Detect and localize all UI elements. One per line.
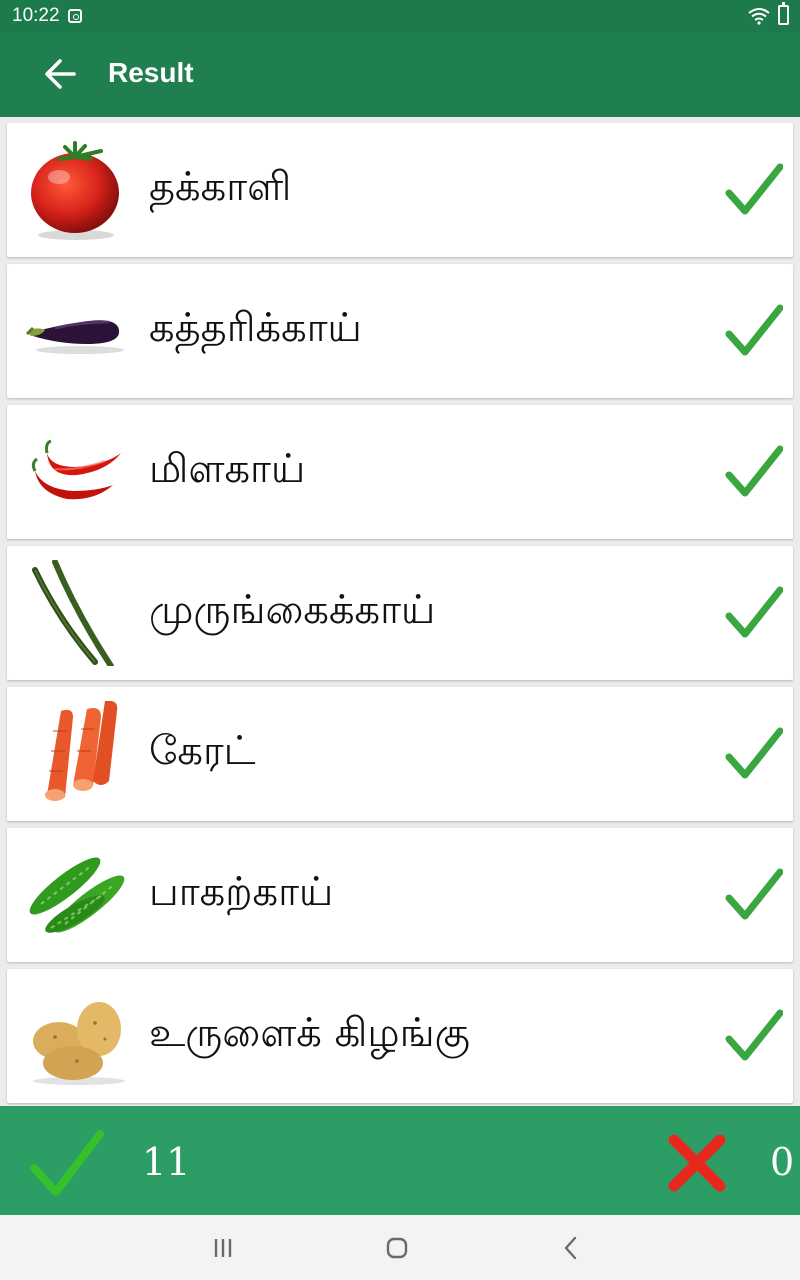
result-item-tomato[interactable]: தக்காளி: [7, 123, 793, 257]
check-icon: [725, 304, 783, 356]
vegetable-name: தக்காளி: [149, 164, 292, 210]
recent-apps-icon[interactable]: [208, 1233, 238, 1263]
arrow-left-icon[interactable]: [40, 54, 80, 94]
check-icon: [725, 445, 783, 497]
notification-icon: [68, 9, 82, 23]
wifi-icon: [748, 8, 770, 25]
wrong-count: 0: [770, 1140, 795, 1184]
check-icon: [725, 163, 783, 215]
result-item-eggplant[interactable]: கத்தரிக்காய்: [7, 264, 793, 398]
page-title: Result: [108, 57, 194, 88]
check-icon: [725, 727, 783, 779]
correct-count: 11: [142, 1140, 191, 1184]
carrot-icon: [45, 701, 118, 801]
check-icon: [725, 1009, 783, 1061]
vegetable-name: பாகற்காய்: [149, 869, 334, 915]
check-icon: [30, 1130, 104, 1196]
result-list[interactable]: தக்காளி கத்தரிக்காய் மிளகாய் முருங்கைக்க…: [0, 117, 800, 1105]
eggplant-icon: [25, 320, 124, 354]
cross-icon: [668, 1134, 726, 1192]
potato-icon: [33, 1002, 125, 1085]
bitter-gourd-icon: [29, 857, 125, 933]
battery-charging-icon: [778, 2, 789, 25]
drumstick-icon: [32, 560, 114, 666]
vegetable-name: மிளகாய்: [149, 446, 306, 492]
result-item-bitter-gourd[interactable]: பாகற்காய்: [7, 828, 793, 962]
back-icon[interactable]: [556, 1233, 586, 1263]
vegetable-name: கேரட்: [149, 728, 256, 774]
vegetable-name: கத்தரிக்காய்: [149, 305, 362, 351]
result-item-drumstick[interactable]: முருங்கைக்காய்: [7, 546, 793, 680]
result-item-carrot[interactable]: கேரட்: [7, 687, 793, 821]
check-icon: [725, 868, 783, 920]
check-icon: [725, 586, 783, 638]
vegetable-name: முருங்கைக்காய்: [149, 587, 436, 633]
system-nav-bar: [0, 1215, 800, 1280]
app-bar: Result: [0, 32, 800, 117]
tomato-icon: [31, 141, 119, 240]
status-time: 10:22: [12, 5, 60, 26]
result-item-chili[interactable]: மிளகாய்: [7, 405, 793, 539]
vegetable-name: உருளைக் கிழங்கு: [149, 1010, 470, 1056]
result-item-potato[interactable]: உருளைக் கிழங்கு: [7, 969, 793, 1103]
home-icon[interactable]: [382, 1233, 412, 1263]
status-bar: 10:22: [0, 0, 800, 32]
red-chili-icon: [31, 439, 121, 500]
score-summary: 11 0: [0, 1106, 800, 1215]
